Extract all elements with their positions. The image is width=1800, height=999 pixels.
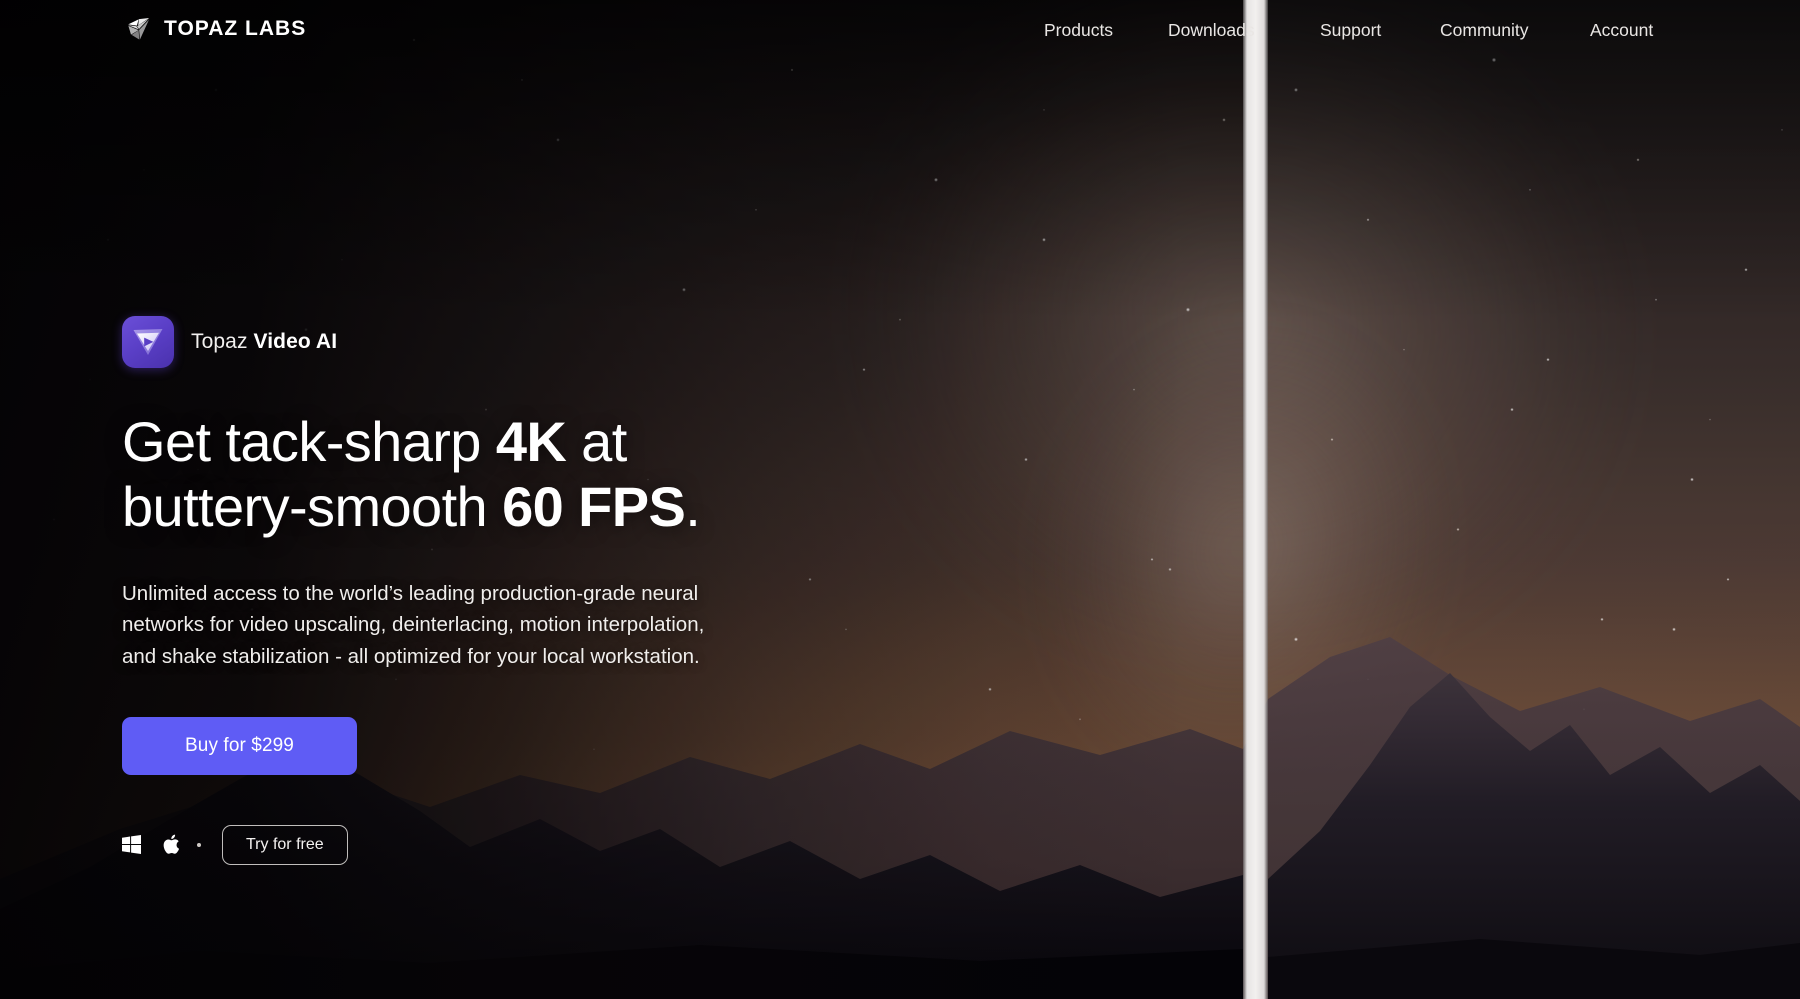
headline-highlight-4k: 4K — [495, 410, 567, 473]
product-badge: Topaz Video AI — [122, 316, 842, 368]
product-name-bold: Video AI — [253, 330, 338, 353]
try-for-free-button[interactable]: Try for free — [222, 824, 348, 865]
topaz-video-ai-app-icon — [122, 316, 174, 368]
page-root: TOPAZ LABS Products Downloads Support Co… — [0, 0, 1800, 999]
before-after-slider-divider[interactable] — [1243, 0, 1268, 999]
buy-button[interactable]: Buy for $299 — [122, 716, 357, 775]
headline-part-4: . — [685, 474, 701, 538]
headline-part-3: buttery-smooth — [122, 474, 503, 538]
brand-name: TOPAZ LABS — [164, 17, 307, 40]
hero-description: Unlimited access to the world’s leading … — [122, 581, 705, 669]
apple-icon — [162, 834, 180, 855]
headline-part-2: at — [566, 410, 627, 473]
headline-part-1: Get tack-sharp — [122, 410, 496, 473]
platform-availability-row: Try for free — [122, 824, 842, 865]
headline-highlight-fps: 60 FPS — [502, 474, 686, 538]
diamond-gem-icon — [126, 16, 152, 42]
nav-item-account[interactable]: Account — [1590, 20, 1653, 41]
windows-icon — [122, 835, 141, 855]
hero-section: Topaz Video AI Get tack-sharp 4K at butte… — [122, 316, 842, 865]
product-name: Topaz Video AI — [191, 330, 337, 354]
nav-item-community[interactable]: Community — [1440, 20, 1529, 41]
nav-item-support[interactable]: Support — [1320, 20, 1381, 41]
page-title: Get tack-sharp 4K at buttery-smooth 60 FP… — [122, 410, 842, 540]
site-header: TOPAZ LABS Products Downloads Support Co… — [0, 0, 1800, 62]
nav-item-products[interactable]: Products — [1044, 20, 1113, 41]
separator-dot — [197, 842, 201, 847]
nav-item-downloads[interactable]: Downloads — [1168, 20, 1255, 41]
brand-logo-link[interactable]: TOPAZ LABS — [126, 16, 306, 42]
product-name-light: Topaz — [191, 330, 254, 353]
